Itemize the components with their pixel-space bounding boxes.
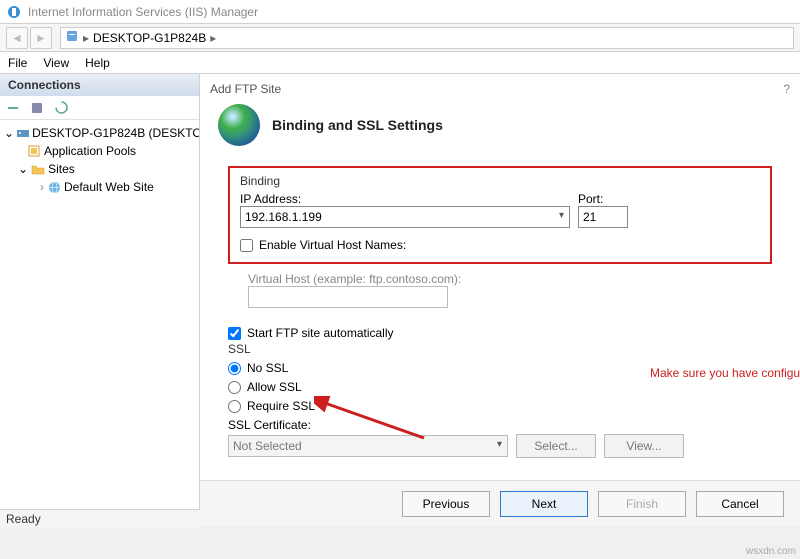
tree-label-app-pools: Application Pools bbox=[44, 144, 136, 158]
tree-label-default-site: Default Web Site bbox=[64, 180, 154, 194]
tree-node-default-site[interactable]: › Default Web Site bbox=[2, 178, 197, 196]
allow-ssl-radio[interactable] bbox=[228, 381, 241, 394]
tree-label-server: DESKTOP-G1P824B (DESKTOP- bbox=[32, 126, 199, 140]
virtual-host-hint: Virtual Host (example: ftp.contoso.com): bbox=[248, 272, 772, 286]
server-icon bbox=[65, 29, 79, 46]
breadcrumb-server[interactable]: DESKTOP-G1P824B bbox=[93, 31, 206, 45]
tree-node-server[interactable]: ⌄ DESKTOP-G1P824B (DESKTOP- bbox=[2, 124, 197, 142]
menu-file[interactable]: File bbox=[8, 56, 27, 70]
binding-group: Binding IP Address: Port: Enab bbox=[228, 166, 772, 264]
nav-toolbar: ◄ ► ▸ DESKTOP-G1P824B ▸ bbox=[0, 24, 800, 52]
save-icon[interactable] bbox=[28, 99, 46, 117]
virtual-host-input bbox=[248, 286, 448, 308]
connections-title: Connections bbox=[0, 74, 199, 96]
wizard-title: Add FTP Site bbox=[200, 74, 800, 104]
nav-forward-button[interactable]: ► bbox=[30, 27, 52, 49]
watermark: wsxdn.com bbox=[746, 546, 796, 557]
status-bar: Ready bbox=[0, 509, 200, 529]
window-title: Internet Information Services (IIS) Mana… bbox=[28, 5, 258, 19]
connections-toolbar bbox=[0, 96, 199, 120]
no-ssl-radio[interactable] bbox=[228, 362, 241, 375]
iis-icon bbox=[6, 4, 22, 20]
app-pools-icon bbox=[26, 143, 42, 159]
ftp-globe-icon bbox=[218, 104, 260, 146]
annotation-static-ip: Make sure you have configured static IP … bbox=[650, 366, 800, 380]
next-button[interactable]: Next bbox=[500, 491, 588, 517]
wizard-heading: Binding and SSL Settings bbox=[272, 117, 443, 133]
chevron-right-icon: ▸ bbox=[210, 31, 216, 45]
expand-icon[interactable]: ⌄ bbox=[18, 162, 28, 176]
help-icon[interactable]: ? bbox=[783, 82, 790, 96]
port-input[interactable] bbox=[578, 206, 628, 228]
ip-address-label: IP Address: bbox=[240, 192, 570, 206]
connections-panel: Connections ⌄ DESKTOP-G1P824B (DESKTOP- … bbox=[0, 74, 200, 526]
view-certificate-button: View... bbox=[604, 434, 684, 458]
tree-node-sites[interactable]: ⌄ Sites bbox=[2, 160, 197, 178]
require-ssl-label: Require SSL bbox=[247, 399, 315, 413]
start-ftp-automatically-checkbox[interactable] bbox=[228, 327, 241, 340]
expand-icon[interactable]: › bbox=[40, 180, 44, 194]
sites-folder-icon bbox=[30, 161, 46, 177]
select-certificate-button: Select... bbox=[516, 434, 596, 458]
window-titlebar: Internet Information Services (IIS) Mana… bbox=[0, 0, 800, 24]
require-ssl-radio[interactable] bbox=[228, 400, 241, 413]
allow-ssl-label: Allow SSL bbox=[247, 380, 302, 394]
address-bar[interactable]: ▸ DESKTOP-G1P824B ▸ bbox=[60, 27, 794, 49]
tree-label-sites: Sites bbox=[48, 162, 75, 176]
finish-button: Finish bbox=[598, 491, 686, 517]
menu-view[interactable]: View bbox=[43, 56, 69, 70]
ssl-certificate-combo bbox=[228, 435, 508, 457]
refresh-icon[interactable] bbox=[52, 99, 70, 117]
connections-tree[interactable]: ⌄ DESKTOP-G1P824B (DESKTOP- Application … bbox=[0, 120, 199, 510]
menu-bar: File View Help bbox=[0, 52, 800, 74]
ssl-certificate-label: SSL Certificate: bbox=[228, 418, 772, 432]
no-ssl-label: No SSL bbox=[247, 361, 288, 375]
nav-back-button[interactable]: ◄ bbox=[6, 27, 28, 49]
cancel-button[interactable]: Cancel bbox=[696, 491, 784, 517]
expand-icon[interactable]: ⌄ bbox=[4, 126, 14, 140]
globe-icon bbox=[46, 179, 62, 195]
add-ftp-site-wizard: Add FTP Site ? Binding and SSL Settings … bbox=[200, 74, 800, 526]
menu-help[interactable]: Help bbox=[85, 56, 110, 70]
connect-icon[interactable] bbox=[4, 99, 22, 117]
previous-button[interactable]: Previous bbox=[402, 491, 490, 517]
wizard-footer: Previous Next Finish Cancel bbox=[200, 480, 800, 526]
enable-virtual-host-checkbox[interactable] bbox=[240, 239, 253, 252]
ip-address-combo[interactable] bbox=[240, 206, 570, 228]
port-label: Port: bbox=[578, 192, 628, 206]
enable-virtual-host-label: Enable Virtual Host Names: bbox=[259, 238, 406, 252]
server-icon bbox=[16, 125, 30, 141]
start-ftp-automatically-label: Start FTP site automatically bbox=[247, 326, 394, 340]
binding-group-label: Binding bbox=[240, 174, 760, 188]
chevron-right-icon: ▸ bbox=[83, 31, 89, 45]
ssl-group-label: SSL bbox=[228, 342, 772, 356]
tree-node-app-pools[interactable]: Application Pools bbox=[2, 142, 197, 160]
